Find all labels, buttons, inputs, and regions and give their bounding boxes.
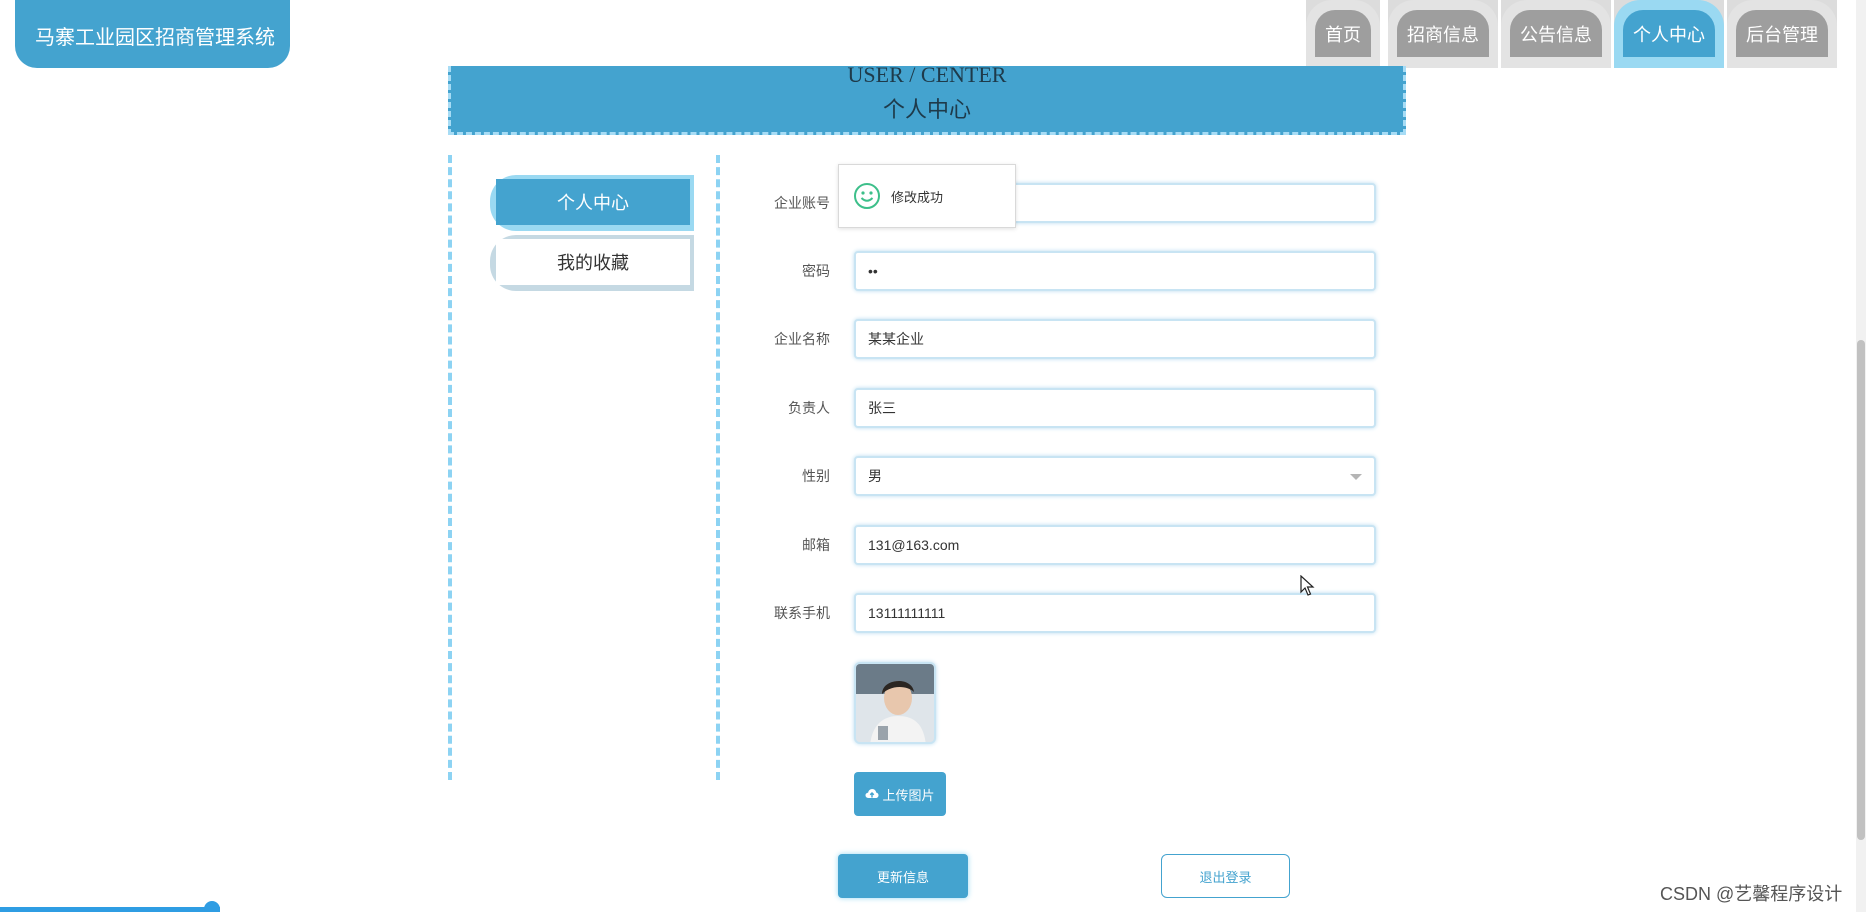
side-menu: 个人中心 我的收藏 [448,155,720,780]
smile-icon [854,183,880,209]
form-row-company: 企业名称 某某企业 [745,319,1376,359]
section-banner: USER / CENTER 个人中心 [448,62,1406,135]
account-label: 企业账号 [774,195,830,211]
nav-item-label: 招商信息 [1397,10,1489,57]
side-item-label: 我的收藏 [496,239,690,285]
chevron-down-icon [1350,474,1362,480]
email-label: 邮箱 [802,537,830,553]
cloud-upload-icon [865,789,879,798]
progress-bar [0,907,220,912]
side-item-user-center[interactable]: 个人中心 [490,175,694,231]
avatar-image [856,664,934,742]
phone-input[interactable]: 13111111111 [854,593,1376,633]
toast-message: 修改成功 [891,189,944,205]
avatar [854,662,936,744]
form-row-password: 密码 •• [745,251,1376,291]
upload-image-button[interactable]: 上传图片 [854,772,946,816]
nav-item-home[interactable]: 首页 [1306,0,1380,68]
nav-item-label: 个人中心 [1623,10,1715,57]
password-label: 密码 [802,263,830,279]
side-item-label: 个人中心 [496,179,690,225]
gender-select-value: 男 [868,468,882,484]
person-input[interactable]: 张三 [854,388,1376,428]
email-input[interactable]: 131@163.com [854,525,1376,565]
nav-item-label: 后台管理 [1736,10,1828,57]
banner-title-cn: 个人中心 [882,97,971,122]
scrollbar-thumb[interactable] [1857,340,1865,840]
page-root: 马寨工业园区招商管理系统 首页 招商信息 公告信息 个人中心 后台管理 USER… [0,0,1866,912]
gender-label: 性别 [802,468,830,484]
phone-label: 联系手机 [774,605,830,621]
progress-knob[interactable] [204,901,220,912]
app-logo-title[interactable]: 马寨工业园区招商管理系统 [15,0,290,68]
gender-select[interactable]: 男 [854,456,1376,496]
side-item-favorites[interactable]: 我的收藏 [490,235,694,291]
form-row-person: 负责人 张三 [745,388,1376,428]
nav-item-notice[interactable]: 公告信息 [1501,0,1611,68]
nav-item-investment[interactable]: 招商信息 [1388,0,1498,68]
logout-button[interactable]: 退出登录 [1161,854,1290,898]
nav-item-admin[interactable]: 后台管理 [1727,0,1837,68]
page-scrollbar[interactable] [1856,0,1866,912]
form-row-email: 邮箱 131@163.com [745,525,1376,565]
form-row-phone: 联系手机 13111111111 [745,593,1376,633]
company-label: 企业名称 [774,331,830,347]
upload-button-label: 上传图片 [882,787,935,803]
app-title: 马寨工业园区招商管理系统 [35,26,275,49]
company-name-input[interactable]: 某某企业 [854,319,1376,359]
person-label: 负责人 [788,400,830,416]
form-row-gender: 性别 男 [745,456,1376,496]
success-toast: 修改成功 [838,164,1016,228]
banner-title-en: USER / CENTER [847,62,1007,87]
update-info-button[interactable]: 更新信息 [838,854,968,898]
nav-item-label: 公告信息 [1510,10,1602,57]
mouse-cursor-icon [1300,574,1316,602]
nav-item-label: 首页 [1315,10,1371,57]
nav-item-user-center[interactable]: 个人中心 [1614,0,1724,68]
password-input[interactable]: •• [854,251,1376,291]
top-nav: 首页 招商信息 公告信息 个人中心 后台管理 [1306,0,1840,68]
watermark-text: CSDN @艺馨程序设计 [1660,884,1843,904]
